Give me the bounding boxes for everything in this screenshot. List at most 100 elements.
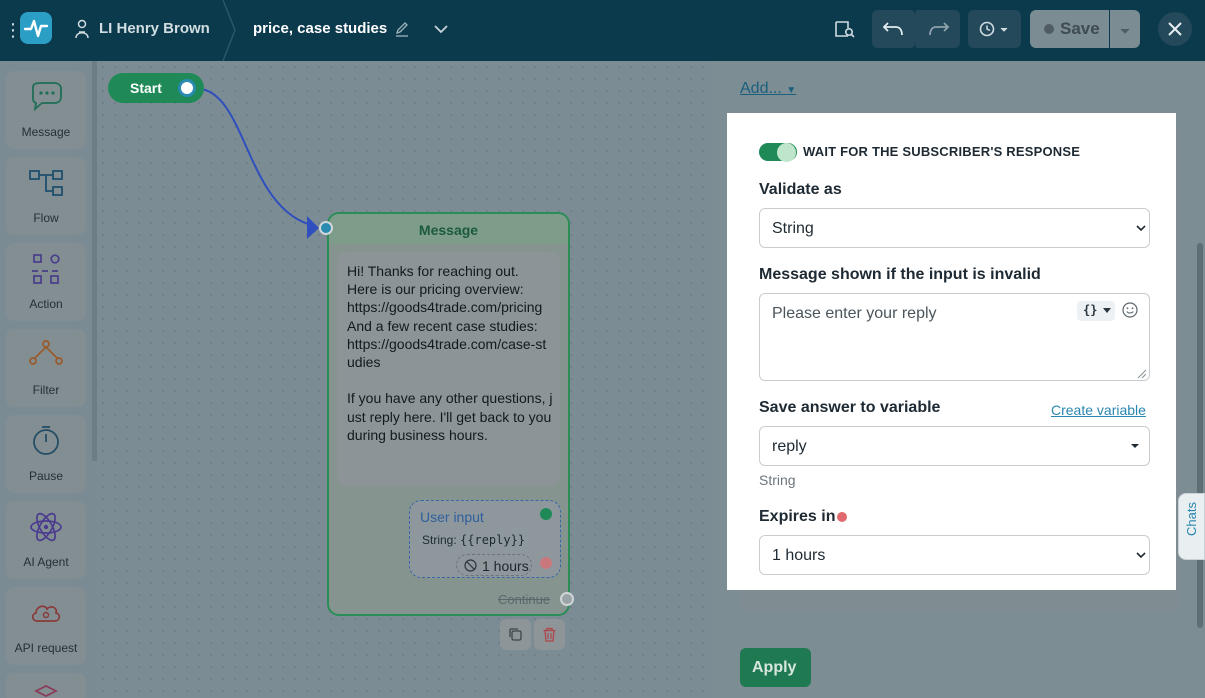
- sidebar-item-label: Pause: [28, 469, 64, 483]
- flow-name[interactable]: price, case studies: [253, 19, 387, 39]
- expiry-pill: 1 hours: [456, 554, 532, 576]
- save-options-button[interactable]: [1110, 10, 1140, 48]
- invalid-message-placeholder: Please enter your reply: [772, 305, 937, 322]
- expires-in-select[interactable]: 1 hours: [759, 535, 1150, 575]
- redo-button[interactable]: [916, 10, 960, 48]
- start-node[interactable]: Start: [108, 73, 204, 103]
- sidebar-item-message[interactable]: Message: [6, 71, 86, 149]
- sidebar-item-label: Filter: [32, 383, 60, 397]
- copy-icon: [509, 628, 522, 641]
- sidebar-item-pause[interactable]: Pause: [6, 415, 86, 493]
- undo-icon: [882, 22, 903, 36]
- message-node-header: Message: [329, 214, 568, 244]
- sidebar-item-more[interactable]: [6, 673, 86, 698]
- user-input-output-port[interactable]: [540, 508, 552, 520]
- save-button[interactable]: Save: [1030, 10, 1109, 48]
- chats-tab-label: Chats: [1184, 502, 1199, 536]
- sidebar-item-label: AI Agent: [23, 555, 69, 569]
- top-bar: ⋮ LI Henry Brown price, case studies Sav…: [0, 0, 1205, 61]
- insert-variable-button[interactable]: {}: [1077, 301, 1115, 321]
- chevron-down-icon: [1136, 552, 1146, 559]
- user-input-settings-card: WAIT FOR THE SUBSCRIBER'S RESPONSE Valid…: [740, 125, 1169, 590]
- app-logo-icon[interactable]: [20, 12, 52, 44]
- emoji-icon[interactable]: [1122, 302, 1138, 318]
- sidebar-item-filter[interactable]: Filter: [6, 329, 86, 407]
- message-node[interactable]: Message Hi! Thanks for reaching out. Her…: [327, 212, 574, 616]
- invalid-message-input[interactable]: Please enter your reply {}: [759, 293, 1150, 381]
- ban-icon: [464, 559, 477, 572]
- caret-down-icon: [1120, 28, 1130, 34]
- add-dropdown[interactable]: Add... ▼: [740, 79, 796, 101]
- variable-braces-icon: {}: [1083, 303, 1098, 317]
- message-node-title: Message: [418, 222, 479, 238]
- undo-button[interactable]: [872, 10, 916, 48]
- create-variable-link[interactable]: Create variable: [1051, 402, 1146, 418]
- bot-name[interactable]: LI Henry Brown: [99, 19, 210, 39]
- message-bubble[interactable]: Hi! Thanks for reaching out. Here is our…: [337, 252, 560, 486]
- save-variable-value: reply: [772, 438, 807, 455]
- sidebar-item-flow[interactable]: Flow: [6, 157, 86, 235]
- sidebar-item-action[interactable]: Action: [6, 243, 86, 321]
- timer-icon: [33, 426, 59, 455]
- save-variable-label: Save answer to variable: [759, 399, 941, 416]
- block-sidebar: Message Flow Action Filter Pause AI Agen…: [0, 61, 97, 698]
- caret-down-icon: [1131, 444, 1139, 448]
- sidebar-item-label: Message: [21, 125, 71, 139]
- book-search-icon: [835, 21, 855, 38]
- flow-canvas[interactable]: Start Message Hi! Thanks for reaching ou…: [97, 61, 712, 698]
- sidebar-item-label: Flow: [33, 211, 59, 225]
- apply-button[interactable]: Apply: [740, 648, 811, 687]
- panel-scrollbar[interactable]: [1197, 243, 1203, 628]
- validate-as-select[interactable]: String: [759, 208, 1150, 248]
- validate-as-label: Validate as: [759, 181, 842, 198]
- caret-down-icon: [1103, 308, 1111, 313]
- close-button[interactable]: [1158, 12, 1192, 46]
- wait-response-toggle[interactable]: [759, 143, 797, 162]
- box-icon: [34, 685, 58, 697]
- message-input-port[interactable]: [319, 221, 333, 235]
- bot-icon: [75, 19, 89, 39]
- preview-button[interactable]: [828, 10, 860, 48]
- apply-button-label: Apply: [752, 659, 797, 676]
- sidebar-item-label: Action: [29, 297, 63, 311]
- toggle-knob: [777, 143, 796, 162]
- sidebar-item-api-request[interactable]: API request: [6, 587, 86, 665]
- save-variable-select[interactable]: reply: [759, 426, 1150, 466]
- history-icon: [979, 21, 1008, 37]
- save-button-label: Save: [1060, 19, 1100, 38]
- start-output-port[interactable]: [178, 79, 196, 97]
- chat-bubble-icon: [32, 82, 62, 112]
- continue-output-port[interactable]: [560, 592, 574, 606]
- user-input-summary: String: {{reply}}: [422, 532, 525, 548]
- history-button[interactable]: [968, 10, 1021, 48]
- flow-icon: [29, 170, 63, 196]
- cloud-icon: [31, 605, 61, 622]
- delete-node-button[interactable]: [534, 619, 565, 650]
- chevron-down-icon: [1136, 225, 1146, 232]
- caret-down-icon: ▼: [786, 85, 797, 96]
- required-indicator: [837, 512, 847, 522]
- user-input-settings-overlay: WAIT FOR THE SUBSCRIBER'S RESPONSE Valid…: [727, 113, 1176, 590]
- breadcrumb-separator: [222, 0, 236, 61]
- expires-in-label: Expires in: [759, 508, 836, 525]
- redo-icon: [929, 22, 950, 36]
- message-text: Hi! Thanks for reaching out. Here is our…: [347, 263, 553, 443]
- wait-response-label: WAIT FOR THE SUBSCRIBER'S RESPONSE: [803, 144, 1081, 159]
- validate-as-value: String: [772, 220, 814, 237]
- resize-handle-icon[interactable]: [1137, 369, 1147, 379]
- start-node-label: Start: [130, 80, 162, 96]
- drag-handle-icon[interactable]: ⋮: [4, 18, 22, 42]
- user-input-block[interactable]: User input String: {{reply}} 1 hours: [409, 500, 561, 578]
- pencil-icon[interactable]: [395, 21, 409, 37]
- expiry-output-port[interactable]: [540, 557, 552, 569]
- chats-tab[interactable]: Chats: [1178, 493, 1205, 560]
- filter-icon: [29, 340, 63, 365]
- duplicate-node-button[interactable]: [500, 619, 531, 650]
- expiry-label: 1 hours: [482, 558, 529, 574]
- variable-type-hint: String: [759, 472, 796, 488]
- unsaved-indicator: [1044, 24, 1054, 34]
- invalid-message-label: Message shown if the input is invalid: [759, 266, 1041, 283]
- chevron-down-icon[interactable]: [432, 20, 450, 38]
- action-icon: [32, 254, 60, 284]
- sidebar-item-ai-agent[interactable]: AI Agent: [6, 501, 86, 579]
